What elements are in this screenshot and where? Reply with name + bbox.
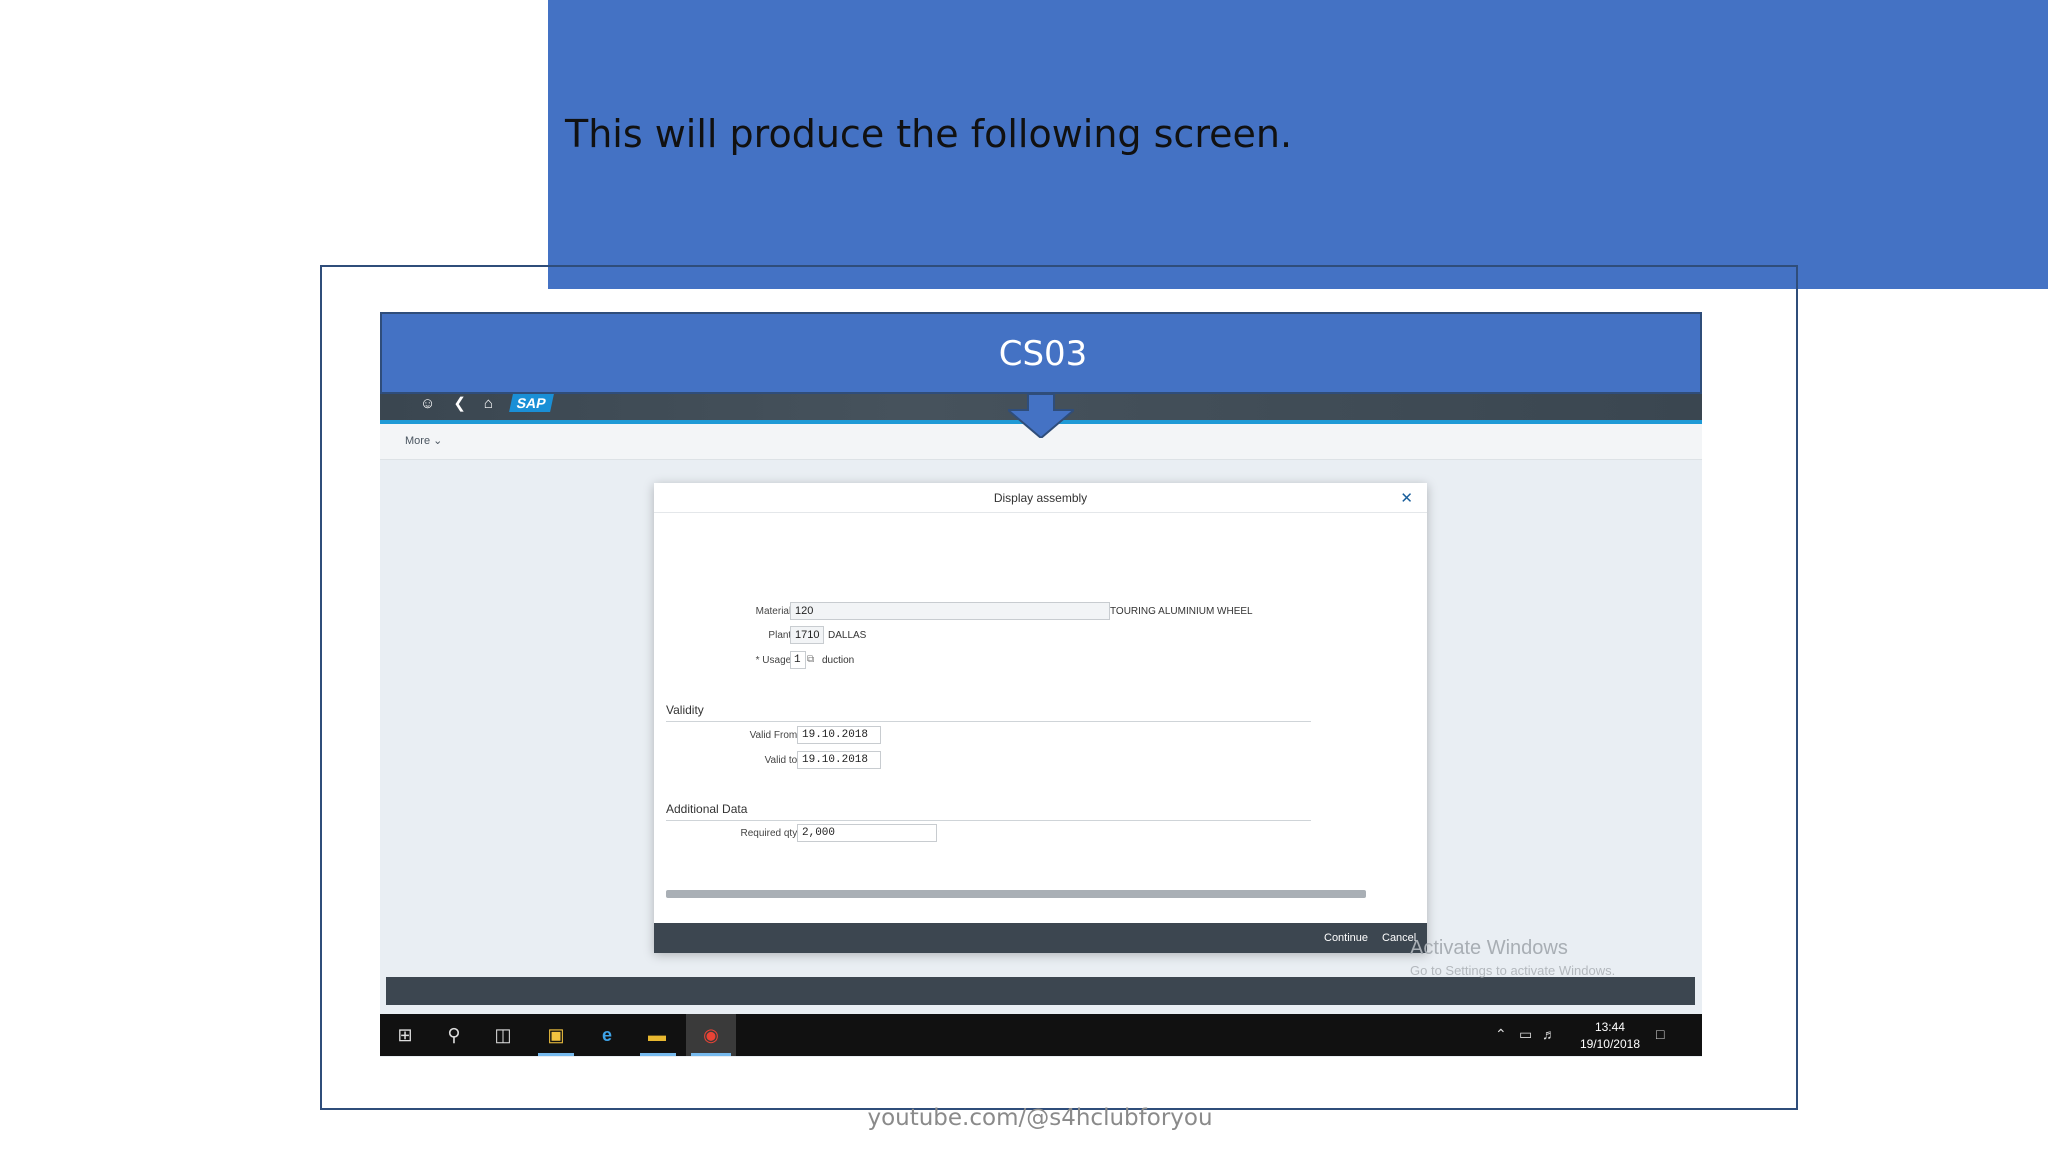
material-label: Material:	[755, 606, 794, 617]
close-icon[interactable]: ✕	[1400, 489, 1413, 507]
validity-divider	[666, 721, 1311, 722]
valid-from-field[interactable]: 19.10.2018	[797, 726, 881, 744]
status-bar	[386, 977, 1695, 1005]
clock-time: 13:44	[1594, 1020, 1625, 1034]
valid-to-label: Valid to:	[764, 755, 800, 766]
usage-field[interactable]: 1	[790, 651, 806, 669]
dialog-title: Display assembly	[993, 491, 1088, 505]
chrome-icon[interactable]: ◉	[698, 1022, 724, 1048]
chevron-down-icon: ⌄	[433, 435, 443, 447]
plant-description: DALLAS	[828, 630, 867, 641]
usage-description: duction	[822, 655, 855, 666]
chrome-active-indicator	[691, 1053, 731, 1056]
plant-label: Plant:	[768, 630, 794, 641]
activation-watermark-sub: Go to Settings to activate Windows.	[1410, 963, 1616, 978]
shell-icons: ☺ ❮ ⌂ SAP	[420, 394, 554, 412]
sap-logon-icon[interactable]: ▬	[644, 1022, 670, 1048]
footer-credit: youtube.com/@s4hclubforyou	[867, 1105, 1213, 1131]
value-help-icon[interactable]: ⧉	[807, 654, 814, 665]
back-icon[interactable]: ❮	[453, 394, 466, 412]
additional-data-divider	[666, 820, 1311, 821]
task-view-icon[interactable]: ◫	[490, 1022, 516, 1048]
notification-icon[interactable]: □	[1656, 1026, 1664, 1042]
volume-icon[interactable]: ♬	[1542, 1026, 1556, 1042]
display-assembly-dialog: Display assembly ✕ Material: 120 TOURING…	[654, 483, 1427, 953]
valid-to-field[interactable]: 19.10.2018	[797, 751, 881, 769]
required-qty-field[interactable]: 2,000	[797, 824, 937, 842]
more-menu[interactable]: More ⌄	[405, 434, 442, 447]
slide: This will produce the following screen. …	[0, 0, 2048, 1152]
home-icon[interactable]: ⌂	[484, 395, 493, 412]
down-arrow-icon	[1008, 394, 1074, 438]
continue-button[interactable]: Continue	[1324, 932, 1368, 944]
windows-taskbar: ⊞ ⚲ ◫ ▣ e ▬ ◉ ⌃ ▭ ♬ 13:44 19/10/2018 □	[380, 1014, 1702, 1056]
search-icon[interactable]: ⚲	[441, 1022, 467, 1048]
transaction-code: CS03	[998, 334, 1088, 374]
clock-date: 19/10/2018	[1579, 1037, 1640, 1051]
clock[interactable]: 13:44 19/10/2018	[1580, 1019, 1640, 1053]
material-description: TOURING ALUMINIUM WHEEL	[1110, 606, 1253, 617]
more-label: More	[405, 435, 431, 447]
dialog-footer: Continue Cancel	[654, 923, 1427, 953]
explorer-active-indicator	[538, 1053, 574, 1056]
internet-explorer-icon[interactable]: e	[594, 1022, 620, 1048]
usage-label: * Usage:	[755, 655, 794, 666]
activation-watermark: Activate Windows	[1410, 937, 1568, 959]
horizontal-scrollbar[interactable]	[666, 890, 1366, 898]
material-field[interactable]: 120	[790, 602, 1110, 620]
additional-data-section-title: Additional Data	[666, 802, 748, 816]
transaction-callout: CS03	[380, 312, 1702, 394]
sap-logo: SAP	[509, 394, 554, 412]
plant-field[interactable]: 1710	[790, 626, 824, 644]
user-icon[interactable]: ☺	[420, 395, 435, 412]
sap-active-indicator	[640, 1053, 676, 1056]
valid-from-label: Valid From:	[749, 730, 800, 741]
chevron-up-icon[interactable]: ⌃	[1495, 1026, 1507, 1043]
network-icon[interactable]: ▭	[1519, 1026, 1532, 1043]
windows-start-icon[interactable]: ⊞	[392, 1022, 418, 1048]
banner-text: This will produce the following screen.	[565, 112, 1293, 156]
file-explorer-icon[interactable]: ▣	[543, 1022, 569, 1048]
required-qty-label: Required qty:	[740, 828, 800, 839]
validity-section-title: Validity	[666, 703, 704, 717]
dialog-header: Display assembly ✕	[654, 483, 1427, 513]
